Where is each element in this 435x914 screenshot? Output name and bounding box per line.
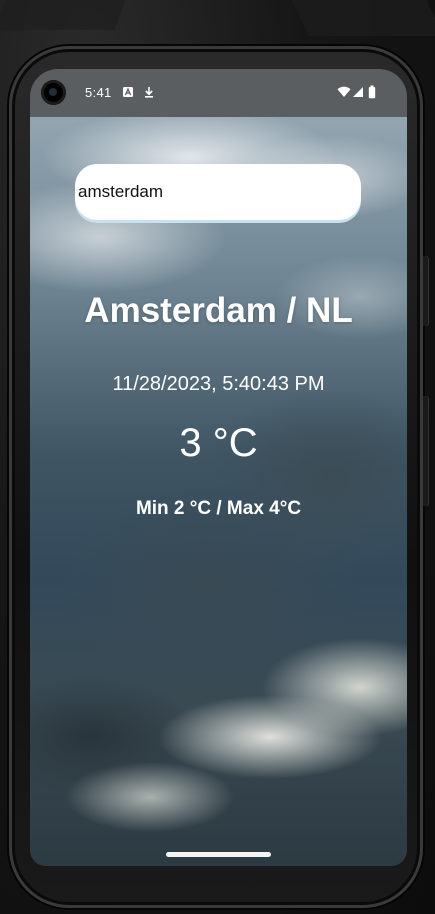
location-title: Amsterdam / NL (84, 291, 353, 330)
phone-frame: 5:41 amsterdam Amsterdam / NL 11/28/2023… (9, 46, 428, 908)
date-time: 11/28/2023, 5:40:43 PM (112, 373, 325, 395)
front-camera (41, 80, 66, 105)
download-icon (142, 85, 156, 99)
min-max-temperature: Min 2 °C / Max 4°C (135, 498, 302, 519)
background-shape (0, 0, 126, 30)
text-notification-icon (121, 85, 135, 99)
home-gesture-bar[interactable] (166, 852, 271, 857)
volume-button (423, 396, 428, 506)
app-screen: 5:41 amsterdam Amsterdam / NL 11/28/2023… (30, 69, 407, 866)
cloudy-sky-background (30, 117, 407, 866)
search-box[interactable] (75, 164, 361, 220)
current-temperature: 3 °C (179, 421, 258, 465)
cellular-signal-icon (352, 86, 366, 100)
background-shape (291, 0, 435, 36)
status-time: 5:41 (85, 85, 112, 100)
power-button (423, 256, 428, 326)
city-search-input[interactable] (78, 164, 348, 220)
wifi-icon (337, 86, 351, 100)
battery-icon (368, 85, 382, 99)
status-bar: 5:41 (30, 69, 407, 117)
